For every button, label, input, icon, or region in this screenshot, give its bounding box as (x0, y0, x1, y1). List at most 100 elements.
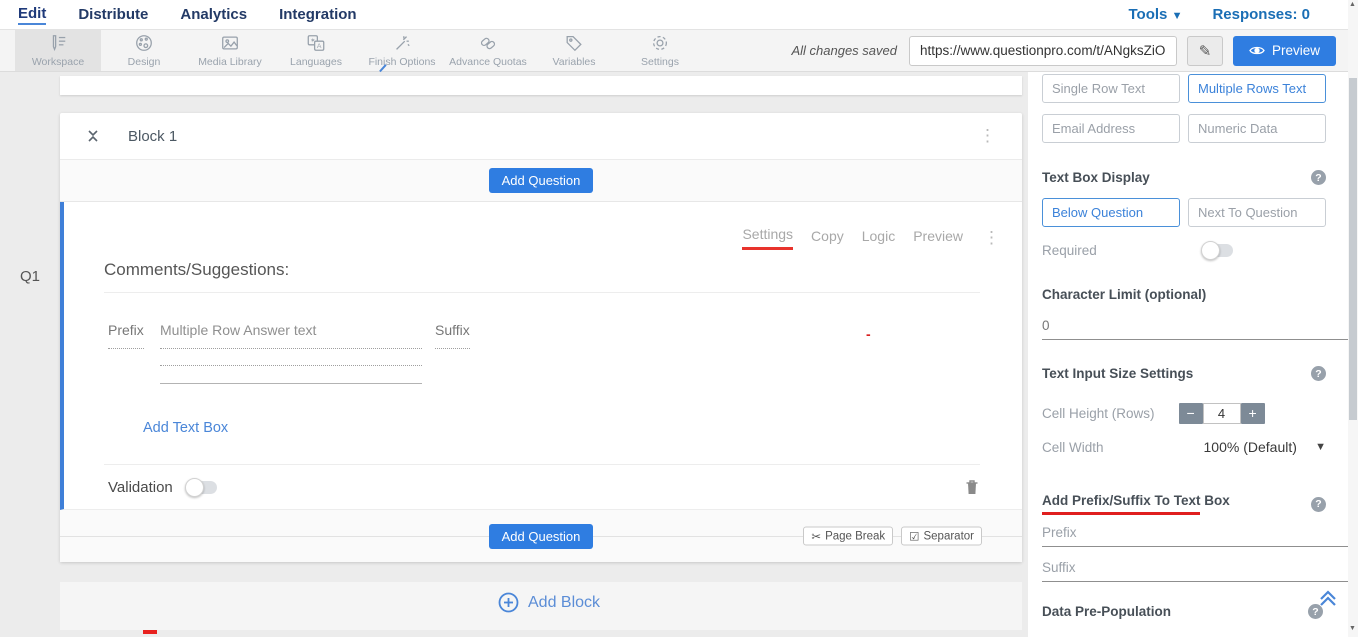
question-tabs: Settings Copy Logic Preview ⋮ (742, 226, 1000, 250)
nav-tab-integration[interactable]: Integration (279, 6, 357, 23)
help-icon[interactable]: ? (1311, 366, 1326, 381)
toolbar-item-languages[interactable]: ✶A Languages (273, 30, 359, 71)
break-chips: ✂Page Break ☑Separator (803, 527, 982, 546)
chevron-down-icon: ▼ (1172, 10, 1183, 22)
option-next-to-question[interactable]: Next To Question (1188, 198, 1326, 227)
add-question-button[interactable]: Add Question (489, 168, 594, 193)
tab-preview[interactable]: Preview (913, 228, 963, 249)
scrollbar-up-arrow[interactable]: ▲ (1349, 1, 1356, 8)
display-options-row: Below Question Next To Question (1042, 198, 1326, 227)
toolbar-item-media-library[interactable]: Media Library (187, 30, 273, 71)
type-email-address[interactable]: Email Address (1042, 114, 1180, 143)
tab-settings[interactable]: Settings (742, 226, 793, 250)
scrollbar-down-arrow[interactable]: ▼ (1349, 625, 1356, 632)
validation-toggle[interactable] (187, 481, 217, 494)
separator-button[interactable]: ☑Separator (901, 527, 982, 546)
survey-url-input[interactable] (909, 36, 1177, 66)
toolbar-item-advance-quotas[interactable]: Advance Quotas (445, 30, 531, 71)
required-toggle[interactable] (1203, 244, 1233, 257)
stray-red-mark: - (866, 326, 871, 342)
toolbar-label: Media Library (198, 56, 262, 68)
question-title[interactable]: Comments/Suggestions: (104, 260, 289, 280)
help-icon[interactable]: ? (1311, 497, 1326, 512)
suffix-input[interactable] (1042, 558, 1358, 582)
cell-width-value[interactable]: 100% (Default) (1204, 439, 1297, 455)
text-input-size-header: Text Input Size Settings ? (1042, 366, 1326, 381)
add-block-link[interactable]: Add Block (498, 592, 600, 613)
stepper-plus-button[interactable]: + (1241, 403, 1265, 424)
toolbar-label: Finish Options (368, 56, 435, 68)
toolbar-item-design[interactable]: Design (101, 30, 187, 71)
suffix-field[interactable]: Suffix (435, 322, 470, 349)
type-multiple-rows-text[interactable]: Multiple Rows Text (1188, 74, 1326, 103)
help-icon[interactable]: ? (1308, 604, 1323, 619)
option-below-question[interactable]: Below Question (1042, 198, 1180, 227)
type-single-row-text[interactable]: Single Row Text (1042, 74, 1180, 103)
answer-row-line (160, 365, 422, 366)
nav-tab-analytics[interactable]: Analytics (180, 6, 247, 23)
block-menu-icon[interactable]: ⋮ (979, 126, 996, 146)
nav-tab-edit[interactable]: Edit (18, 5, 46, 25)
required-row: Required (1042, 243, 1326, 258)
add-text-box-link[interactable]: Add Text Box (143, 420, 228, 436)
page-break-icon: ✂ (811, 529, 821, 543)
chevron-down-icon[interactable]: ▼ (1315, 441, 1326, 453)
data-prepopulation-header: Data Pre-Population ? (1042, 604, 1326, 619)
save-status: All changes saved (791, 43, 897, 58)
type-numeric-data[interactable]: Numeric Data (1188, 114, 1326, 143)
type-buttons-row-2: Email Address Numeric Data (1042, 114, 1326, 143)
cell-height-row: Cell Height (Rows) − 4 + (1042, 403, 1326, 424)
cell-width-label: Cell Width (1042, 440, 1104, 455)
eye-icon (1249, 45, 1265, 56)
toolbar-label: Variables (553, 56, 596, 68)
page-break-button[interactable]: ✂Page Break (803, 527, 893, 546)
top-nav-bar: Edit Distribute Analytics Integration To… (0, 0, 1358, 30)
nav-left: Edit Distribute Analytics Integration (0, 5, 357, 25)
answer-text-field[interactable]: Multiple Row Answer text (160, 322, 422, 349)
languages-icon: ✶A (306, 33, 326, 53)
edit-url-button[interactable]: ✎ (1187, 36, 1223, 66)
toolbar-item-workspace[interactable]: Workspace (15, 30, 101, 71)
toolbar-label: Settings (641, 56, 679, 68)
toolbar-item-variables[interactable]: Variables (531, 30, 617, 71)
cell-height-stepper: − 4 + (1179, 403, 1265, 424)
tab-logic[interactable]: Logic (862, 228, 895, 249)
preview-button[interactable]: Preview (1233, 36, 1336, 66)
toggle-knob (185, 478, 204, 497)
block-header: Block 1 ⋮ (60, 113, 1022, 160)
nav-tab-distribute[interactable]: Distribute (78, 6, 148, 23)
prefix-field[interactable]: Prefix (108, 322, 144, 349)
responses-count[interactable]: Responses: 0 (1212, 6, 1310, 23)
add-block-label: Add Block (528, 594, 600, 612)
type-buttons-row-1: Single Row Text Multiple Rows Text (1042, 74, 1326, 103)
question-menu-icon[interactable]: ⋮ (983, 228, 1000, 248)
pencil-icon: ✎ (1199, 43, 1212, 60)
advance-quotas-icon (478, 33, 498, 53)
question-card[interactable]: Settings Copy Logic Preview ⋮ Comments/S… (60, 202, 1022, 510)
media-library-icon (220, 33, 240, 53)
plus-circle-icon (498, 592, 519, 613)
collapse-block-icon[interactable] (86, 128, 100, 144)
toolbar-label: Languages (290, 56, 342, 68)
help-icon[interactable]: ? (1311, 170, 1326, 185)
prefix-input[interactable] (1042, 523, 1358, 547)
settings-icon (650, 33, 670, 53)
tab-copy[interactable]: Copy (811, 228, 844, 249)
add-question-button[interactable]: Add Question (489, 524, 594, 549)
stepper-minus-button[interactable]: − (1179, 403, 1203, 424)
text-box-display-header: Text Box Display ? (1042, 170, 1326, 185)
toggle-knob (1201, 241, 1220, 260)
stepper-value[interactable]: 4 (1203, 403, 1241, 424)
question-settings-panel: Single Row Text Multiple Rows Text Email… (1028, 72, 1348, 637)
toolbar-item-finish-options[interactable]: Finish Options (359, 30, 445, 71)
toolbar-item-settings[interactable]: Settings (617, 30, 703, 71)
character-limit-input[interactable] (1042, 316, 1358, 340)
design-icon (134, 33, 154, 53)
separator-icon: ☑ (909, 529, 919, 543)
tools-menu[interactable]: Tools ▼ (1129, 6, 1183, 23)
workspace-toolbar: Workspace Design Media Library ✶A Langua… (0, 30, 1358, 72)
toolbar-label: Workspace (32, 56, 84, 68)
svg-text:A: A (317, 43, 322, 50)
scrollbar-thumb[interactable] (1349, 78, 1357, 420)
trash-icon[interactable] (964, 478, 980, 496)
